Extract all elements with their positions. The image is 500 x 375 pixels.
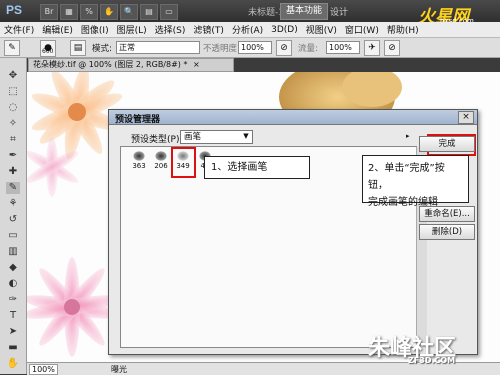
minibridge-icon[interactable]: ▦ — [60, 4, 78, 20]
workspace-design-button[interactable]: 设计 — [330, 5, 348, 18]
document-tab-close-icon[interactable]: × — [193, 60, 200, 69]
preset-manager-dialog: 预设管理器 × 预设类型(P): 画笔 ▼ ▸ 363 206 349 40 完… — [108, 109, 478, 355]
tools-panel: ✥ ⬚ ◌ ✧ ⌗ ✒ ✚ ✎ ⚘ ↺ ▭ ▥ ◆ ◐ ✑ T ➤ ▬ ✋ — [0, 58, 27, 374]
delete-button[interactable]: 删除(D) — [419, 224, 475, 240]
dialog-title-bar[interactable]: 预设管理器 × — [109, 110, 477, 125]
step2-callout: 2、单击“完成”按钮， 完成画笔的编辑 — [362, 155, 469, 208]
brush-size-label: 363 — [132, 162, 146, 170]
options-bar: ✎ ● 600 ▤ 模式: 正常 不透明度: 100% ⊘ 流量: 100% ✈… — [0, 38, 500, 58]
preset-type-label: 预设类型(P): — [131, 135, 183, 145]
dialog-close-icon[interactable]: × — [458, 111, 474, 124]
hand-tool-icon[interactable]: ✋ — [6, 358, 20, 370]
watermark-sub: ZF3D.COM — [408, 356, 456, 365]
pressure-size-icon[interactable]: ⊘ — [384, 40, 400, 56]
history-brush-tool-icon[interactable]: ↺ — [6, 214, 20, 226]
zoom-field[interactable]: 100% — [29, 364, 58, 375]
path-select-tool-icon[interactable]: ➤ — [6, 326, 20, 338]
document-title: 未标题-1 — [248, 8, 284, 18]
eraser-tool-icon[interactable]: ▭ — [6, 230, 20, 242]
menu-file[interactable]: 文件(F) — [0, 23, 38, 36]
brush-size-value: 600 — [42, 48, 54, 55]
dialog-title: 预设管理器 — [115, 115, 161, 125]
hand-tool-icon[interactable]: ✋ — [100, 4, 118, 20]
marquee-tool-icon[interactable]: ⬚ — [6, 86, 20, 98]
brush-tip-icon — [155, 151, 167, 161]
status-text: 曝光 — [111, 365, 127, 374]
menu-filter[interactable]: 滤镜(T) — [189, 23, 228, 36]
brush-size-label: 206 — [154, 162, 168, 170]
bridge-icon[interactable]: Br — [40, 4, 58, 20]
mode-select[interactable]: 正常 — [116, 41, 200, 54]
type-tool-icon[interactable]: T — [6, 310, 20, 322]
document-tab-title: 花朵模纱.tif @ 100% (图层 2, RGB/8#) * — [33, 60, 188, 69]
chevron-down-icon[interactable]: ▼ — [241, 131, 251, 142]
brush-panel-icon[interactable]: ▤ — [70, 40, 86, 56]
flow-input[interactable]: 100% — [326, 41, 360, 54]
menu-3d[interactable]: 3D(D) — [267, 25, 302, 35]
stamp-tool-icon[interactable]: ⚘ — [6, 198, 20, 210]
panel-menu-icon[interactable]: ▸ — [406, 131, 414, 141]
brush-tool-icon[interactable]: ✎ — [4, 40, 20, 56]
document-tab[interactable]: 花朵模纱.tif @ 100% (图层 2, RGB/8#) * × — [28, 58, 234, 72]
zoom-icon[interactable]: 🔍 — [120, 4, 138, 20]
menu-bar: 文件(F) 编辑(E) 图像(I) 图层(L) 选择(S) 滤镜(T) 分析(A… — [0, 22, 500, 38]
done-button[interactable]: 完成 — [419, 136, 475, 152]
selection-highlight-box — [171, 147, 196, 178]
pen-tool-icon[interactable]: ✑ — [6, 294, 20, 306]
step1-callout: 1、选择画笔 — [204, 156, 310, 179]
menu-layer[interactable]: 图层(L) — [113, 23, 151, 36]
arrange-icon[interactable]: ▤ — [140, 4, 158, 20]
photoshop-logo: PS — [6, 3, 23, 17]
move-tool-icon[interactable]: ✥ — [6, 70, 20, 82]
airbrush-icon[interactable]: ✈ — [364, 40, 380, 56]
shape-tool-icon[interactable]: ▬ — [6, 342, 20, 354]
lasso-tool-icon[interactable]: ◌ — [6, 102, 20, 114]
gradient-tool-icon[interactable]: ▥ — [6, 246, 20, 258]
eyedropper-tool-icon[interactable]: ✒ — [6, 150, 20, 162]
brush-tool-selected-icon[interactable]: ✎ — [6, 182, 20, 194]
quick-select-tool-icon[interactable]: ✧ — [6, 118, 20, 130]
zoom-level-icon[interactable]: % — [80, 4, 98, 20]
brush-tip-icon — [133, 151, 145, 161]
pressure-opacity-icon[interactable]: ⊘ — [276, 40, 292, 56]
step2-line2: 完成画笔的编辑 — [368, 197, 438, 208]
menu-help[interactable]: 帮助(H) — [383, 23, 423, 36]
brush-preset-item[interactable]: 363 — [129, 150, 149, 172]
brush-preset-item[interactable]: 206 — [151, 150, 171, 172]
dodge-tool-icon[interactable]: ◐ — [6, 278, 20, 290]
opacity-input[interactable]: 100% — [238, 41, 272, 54]
healing-tool-icon[interactable]: ✚ — [6, 166, 20, 178]
step2-line1: 2、单击“完成”按钮， — [368, 163, 445, 191]
menu-window[interactable]: 窗口(W) — [341, 23, 383, 36]
title-bar: PS Br ▦ % ✋ 🔍 ▤ ▭ 未标题-1 基本功能 设计 火星网 hxsd… — [0, 0, 500, 26]
menu-view[interactable]: 视图(V) — [302, 23, 341, 36]
blur-tool-icon[interactable]: ◆ — [6, 262, 20, 274]
mode-label: 模式: — [92, 44, 112, 54]
opacity-label: 不透明度: — [203, 44, 240, 54]
menu-select[interactable]: 选择(S) — [151, 23, 190, 36]
workspace-essentials-button[interactable]: 基本功能 — [280, 3, 328, 20]
crop-tool-icon[interactable]: ⌗ — [6, 134, 20, 146]
menu-edit[interactable]: 编辑(E) — [38, 23, 77, 36]
flow-label: 流量: — [298, 44, 318, 54]
screen-mode-icon[interactable]: ▭ — [160, 4, 178, 20]
menu-image[interactable]: 图像(I) — [77, 23, 113, 36]
menu-analysis[interactable]: 分析(A) — [228, 23, 267, 36]
